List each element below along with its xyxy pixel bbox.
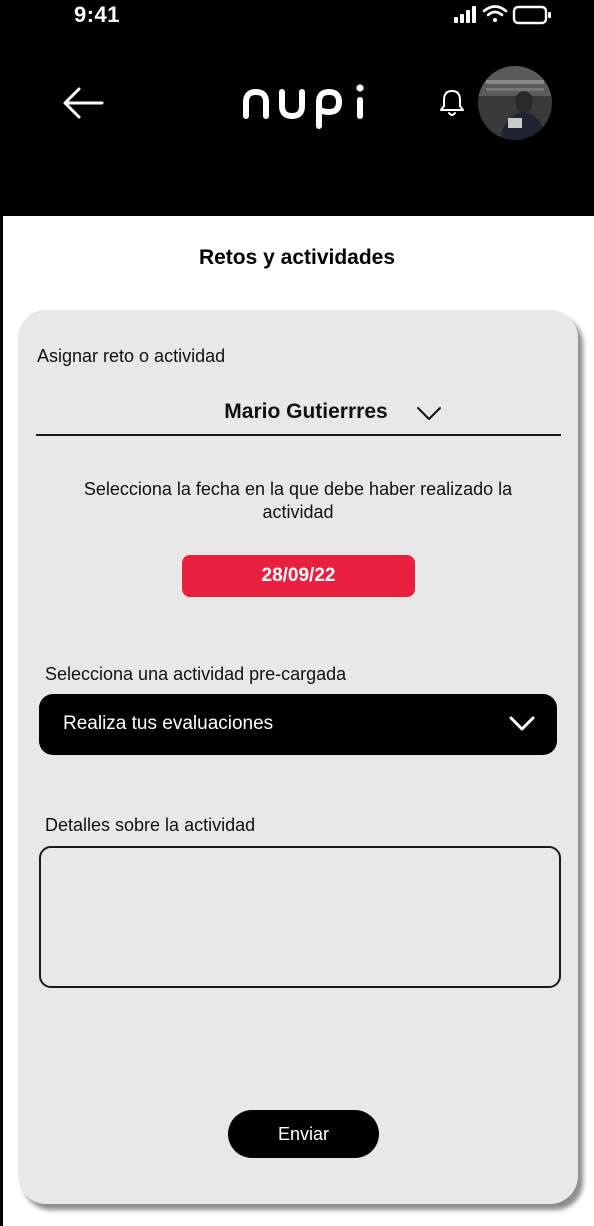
send-button[interactable]: Enviar xyxy=(228,1110,379,1158)
app-header: 9:41 xyxy=(0,0,594,216)
date-instruction: Selecciona la fecha en la que debe haber… xyxy=(83,479,513,522)
chevron-down-icon xyxy=(509,716,535,731)
wifi-icon xyxy=(482,5,508,22)
assign-activity-card: Asignar reto o actividad Mario Gutierrre… xyxy=(18,310,578,1204)
screen-edge xyxy=(0,216,3,1226)
page-title: Retos y actividades xyxy=(198,246,396,269)
status-icons xyxy=(454,4,554,26)
preloaded-activity-label: Selecciona una actividad pre-cargada xyxy=(45,664,347,684)
status-time: 9:41 xyxy=(74,2,121,27)
arrow-left-icon xyxy=(63,87,104,119)
date-picker-button[interactable]: 28/09/22 xyxy=(182,555,415,597)
assign-label: Asignar reto o actividad xyxy=(37,346,226,366)
user-avatar[interactable] xyxy=(478,66,552,140)
details-textarea[interactable] xyxy=(39,846,561,988)
battery-icon xyxy=(512,5,551,25)
notification-button[interactable] xyxy=(438,88,466,118)
nupi-logo xyxy=(238,80,370,132)
student-select[interactable]: Mario Gutierrres xyxy=(36,390,561,436)
details-label: Detalles sobre la actividad xyxy=(45,815,256,835)
back-button[interactable] xyxy=(62,86,104,120)
student-selected-value: Mario Gutierrres xyxy=(224,400,388,423)
chevron-down-icon xyxy=(417,407,441,420)
bell-icon xyxy=(440,90,464,116)
preloaded-activity-value: Realiza tus evaluaciones xyxy=(63,713,274,734)
signal-icon xyxy=(454,6,476,23)
preloaded-activity-select[interactable]: Realiza tus evaluaciones xyxy=(39,694,557,755)
